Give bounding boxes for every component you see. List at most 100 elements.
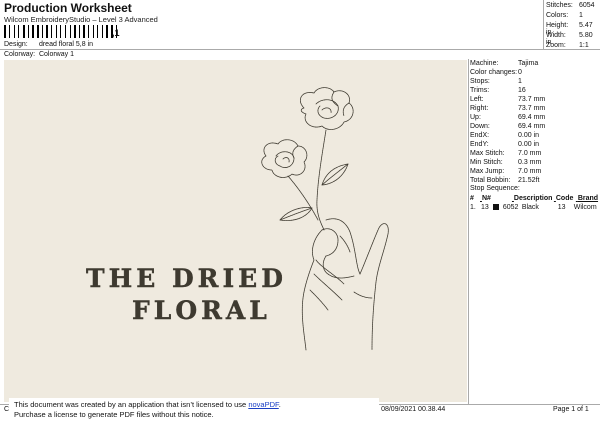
notice-prefix: This document was created by an applicat… [14, 400, 249, 409]
meta-design-key: Design: [4, 41, 28, 48]
barcode-bar [74, 25, 76, 38]
barcode-bar [93, 25, 94, 38]
barcode-bar [42, 25, 43, 38]
design-text-line2: FLORAL [132, 296, 271, 325]
spec-value: 0.3 mm [518, 159, 542, 166]
barcode-bar [77, 25, 78, 38]
stat-zoom: Zoom: 1:1 [546, 42, 589, 49]
spec-value: 73.7 mm [518, 105, 546, 112]
stat-stitches: Stitches: 6054 [546, 2, 595, 9]
barcode-bar [102, 25, 103, 38]
row-n: 13 [480, 204, 489, 211]
spec-row: EndY: 0.00 in [470, 141, 539, 148]
barcode-bar [9, 25, 10, 38]
barcode-bar [58, 25, 59, 38]
notice-line2: Purchase a license to generate PDF files… [14, 410, 214, 419]
spec-value: 7.0 mm [518, 168, 542, 175]
barcode-bar [62, 25, 64, 38]
header-rule [0, 49, 600, 50]
novapdf-link[interactable]: novaPDF [248, 400, 278, 409]
row-brand: Wilcom [573, 204, 597, 211]
spec-row: Down: 69.4 mm [470, 123, 545, 130]
spec-row: Min Stitch: 0.3 mm [470, 159, 541, 166]
meta-colorway-value: Colorway 1 [38, 51, 74, 58]
spec-key: Stops: [470, 78, 490, 85]
barcode-bar [106, 25, 108, 38]
barcode-bar [56, 25, 57, 38]
spec-row: Max Jump: 7.0 mm [470, 168, 541, 175]
barcode [4, 25, 156, 38]
spec-row: Total Bobbin: 21.52ft [470, 177, 539, 184]
panel-divider [468, 59, 469, 404]
spec-row: Color changes:0 [470, 69, 522, 76]
stat-width-key: Width: [546, 32, 566, 39]
col-brand: Brand [577, 195, 599, 202]
row-n2: 6052 [502, 204, 519, 211]
barcode-bar [18, 25, 19, 38]
barcode-bar [37, 25, 39, 38]
spec-row: Left: 73.7 mm [470, 96, 545, 103]
col-n: N# [481, 195, 491, 202]
spec-value: 1 [518, 78, 522, 85]
row-description: Black [521, 204, 539, 211]
spec-value: 21.52ft [518, 177, 540, 184]
barcode-bar [4, 25, 6, 38]
barcode-bar [49, 25, 50, 38]
barcode-bar [109, 25, 110, 38]
barcode-bar [23, 25, 25, 38]
stat-colors-value: 1 [579, 12, 583, 19]
barcode-bar [97, 25, 98, 38]
barcode-bar [51, 25, 52, 38]
row-code: 13 [557, 204, 566, 211]
spec-value: 73.7 mm [518, 96, 546, 103]
spec-value: 69.4 mm [518, 123, 546, 130]
barcode-bar [60, 25, 61, 38]
barcode-bar [32, 25, 34, 38]
col-num: # [470, 195, 474, 202]
spec-row: EndX: 0.00 in [470, 132, 539, 139]
barcode-bar [28, 25, 29, 38]
spec-key: Up: [470, 114, 481, 121]
barcode-bar [95, 25, 96, 38]
stat-zoom-key: Zoom: [546, 42, 566, 49]
barcode-bar [83, 25, 85, 38]
barcode-bar [79, 25, 80, 38]
header-divider [543, 0, 544, 50]
spec-key: Min Stitch: [470, 159, 503, 166]
spec-row: Max Stitch: 7.0 mm [470, 150, 541, 157]
barcode-bar [90, 25, 92, 38]
row-num: 1. [470, 204, 476, 211]
meta-design: Design: dread floral 5,8 in [4, 41, 93, 48]
spec-key: Max Stitch: [470, 150, 505, 157]
col-description: Description [513, 195, 553, 202]
stop-sequence-heading: Stop Sequence: [470, 185, 520, 192]
license-notice: This document was created by an applicat… [9, 398, 379, 422]
notice-line1: This document was created by an applicat… [14, 400, 374, 410]
stat-zoom-value: 1:1 [579, 42, 589, 49]
stat-stitches-key: Stitches: [546, 2, 573, 9]
barcode-bar [72, 25, 73, 38]
barcode-bar [44, 25, 45, 38]
stat-stitches-value: 6054 [579, 2, 595, 9]
spec-value: 16 [518, 87, 526, 94]
barcode-bar [30, 25, 31, 38]
spec-value: Tajima [518, 60, 539, 67]
spec-value: 0 [518, 69, 522, 76]
barcode-bar [7, 25, 8, 38]
software-subtitle: Wilcom EmbroideryStudio – Level 3 Advanc… [4, 15, 158, 24]
spec-key: EndX: [470, 132, 490, 139]
spec-row: Right: 73.7 mm [470, 105, 545, 112]
stat-colors-key: Colors: [546, 12, 569, 19]
barcode-bar [14, 25, 15, 38]
spec-value: 7.0 mm [518, 150, 542, 157]
spec-value: 0.00 in [518, 141, 540, 148]
barcode-bar [16, 25, 17, 38]
spec-key: Down: [470, 123, 490, 130]
barcode-bar [86, 25, 87, 38]
sequence-row: 1. 13 6052 Black 13 Wilcom [470, 204, 597, 211]
design-canvas: THE DRIED FLORAL [4, 60, 467, 402]
barcode-bar [81, 25, 82, 38]
barcode-bar [20, 25, 22, 38]
barcode-bar [70, 25, 71, 38]
col-code: Code [555, 195, 574, 202]
